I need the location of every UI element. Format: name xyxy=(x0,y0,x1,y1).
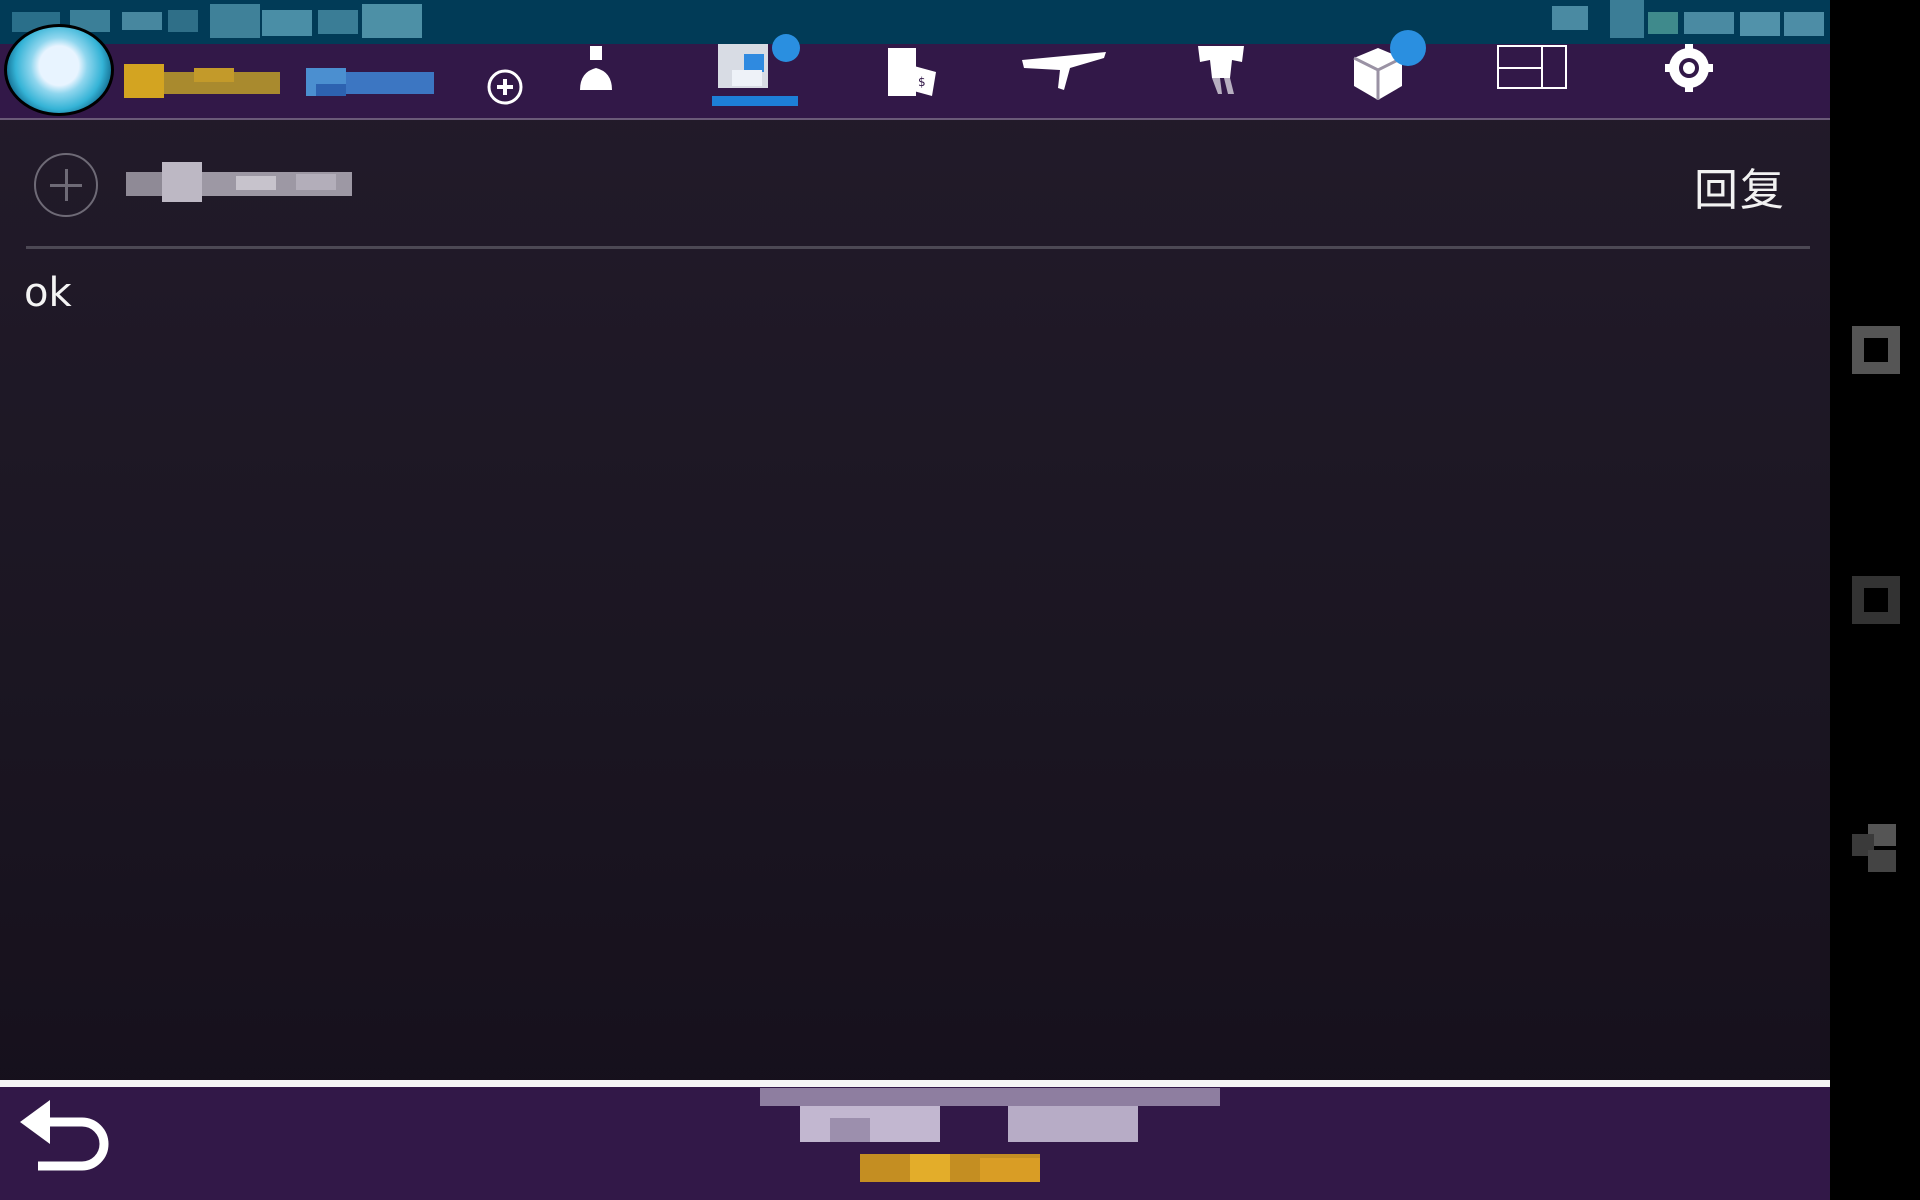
status-bar-right-obscured xyxy=(1540,0,1830,40)
profile-icon[interactable] xyxy=(572,44,620,94)
app-window: $ 回复 ok xyxy=(0,0,1830,1200)
back-arrow-icon xyxy=(20,1100,109,1171)
system-back-icon[interactable] xyxy=(1848,820,1904,876)
bottom-bar-divider xyxy=(0,1080,1830,1087)
status-bar xyxy=(0,0,1830,50)
shop-bag-icon[interactable]: $ xyxy=(880,44,944,100)
reply-button[interactable]: 回复 xyxy=(1694,154,1786,218)
bottom-title-obscured xyxy=(760,1088,1220,1198)
back-button[interactable] xyxy=(16,1100,112,1190)
message-text: ok xyxy=(24,270,72,316)
messages-badge xyxy=(772,34,800,62)
username-obscured xyxy=(124,64,280,98)
gear-icon[interactable] xyxy=(1658,44,1720,96)
outfit-icon[interactable] xyxy=(1194,44,1248,96)
bottom-bar xyxy=(0,1080,1830,1200)
home-icon[interactable] xyxy=(1848,572,1904,628)
svg-text:$: $ xyxy=(918,75,926,89)
reply-compose-row: 回复 xyxy=(0,120,1830,250)
layout-icon[interactable] xyxy=(1496,44,1568,92)
box-badge xyxy=(1390,30,1426,66)
compose-divider xyxy=(26,246,1810,249)
top-app-bar: $ xyxy=(0,30,1830,120)
avatar[interactable] xyxy=(4,24,114,116)
user-status-obscured xyxy=(306,68,434,96)
add-attachment-icon[interactable] xyxy=(34,153,98,217)
airplane-icon[interactable] xyxy=(1020,44,1110,94)
reply-input-obscured[interactable] xyxy=(126,162,352,206)
add-circle-icon[interactable] xyxy=(484,66,526,108)
recent-apps-icon[interactable] xyxy=(1848,322,1904,378)
